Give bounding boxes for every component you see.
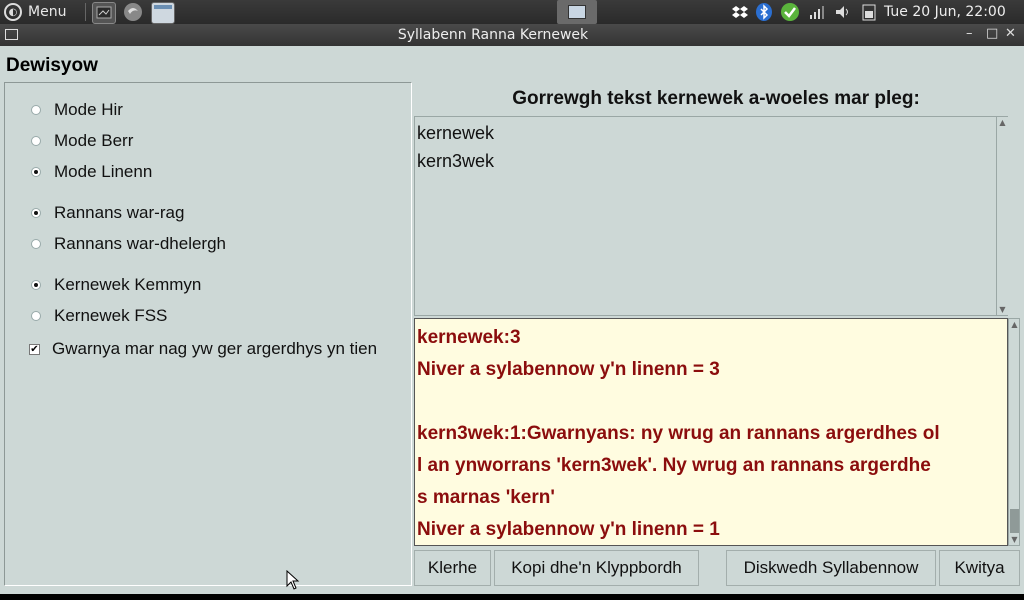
input-prompt: Gorrewgh tekst kernewek a-woeles mar ple…: [512, 88, 920, 109]
update-ok-icon[interactable]: [780, 3, 799, 21]
volume-icon[interactable]: [834, 3, 852, 21]
radio-label: Mode Linenn: [54, 162, 153, 181]
desktop-launcher-icon[interactable]: [92, 2, 116, 24]
radio-indicator[interactable]: [31, 311, 41, 321]
warn-checkbox[interactable]: ✔ Gwarnya mar nag yw ger argerdhys yn ti…: [29, 339, 377, 359]
input-scrollbar[interactable]: ▲ ▼: [996, 117, 1008, 315]
checkbox-indicator[interactable]: ✔: [29, 343, 40, 355]
radio-mode-linenn[interactable]: Mode Linenn: [31, 162, 152, 182]
output-line: Niver a sylabennow y'n linenn = 1: [417, 519, 720, 540]
options-heading: Dewisyow: [6, 55, 98, 76]
scroll-up-arrow-icon[interactable]: ▲: [997, 117, 1008, 128]
battery-icon[interactable]: [860, 3, 878, 21]
firefox-launcher-icon[interactable]: [122, 2, 144, 22]
radio-indicator[interactable]: [31, 208, 41, 218]
output-line: kernewek:3: [417, 327, 521, 348]
options-panel: Mode Hir Mode Berr Mode Linenn Rannans w…: [4, 82, 412, 586]
panel-separator: [85, 3, 86, 21]
clear-button[interactable]: Klerhe: [414, 550, 491, 586]
copy-clipboard-button[interactable]: Kopi dhe'n Klyppbordh: [494, 550, 699, 586]
radio-indicator[interactable]: [31, 167, 41, 177]
file-manager-launcher-icon[interactable]: [151, 2, 175, 24]
scroll-down-arrow-icon[interactable]: ▼: [1009, 534, 1020, 545]
dropbox-icon[interactable]: [731, 3, 749, 21]
mint-logo-icon: ◐: [4, 3, 22, 21]
radio-label: Mode Hir: [54, 100, 123, 119]
menu-button[interactable]: ◐ Menu: [4, 2, 66, 22]
input-line: kernewek: [417, 123, 495, 143]
close-button[interactable]: ✕: [1005, 26, 1016, 41]
radio-kemmyn[interactable]: Kernewek Kemmyn: [31, 275, 201, 295]
radio-split-backward[interactable]: Rannans war-dhelergh: [31, 234, 226, 254]
show-syllables-button[interactable]: Diskwedh Syllabennow: [726, 550, 936, 586]
window-title: Syllabenn Ranna Kernewek: [397, 27, 589, 43]
scroll-down-arrow-icon[interactable]: ▼: [997, 304, 1008, 315]
mouse-cursor-icon: [286, 570, 300, 590]
output-line: kern3wek:1:Gwarnyans: ny wrug an rannans…: [417, 423, 940, 444]
input-text-area[interactable]: kernewek kern3wek ▲ ▼: [414, 116, 1008, 316]
taskbar-window-button[interactable]: [557, 0, 597, 24]
radio-mode-berr[interactable]: Mode Berr: [31, 131, 133, 151]
radio-label: Rannans war-rag: [54, 203, 185, 222]
bluetooth-icon[interactable]: [755, 3, 773, 21]
input-line: kern3wek: [417, 151, 495, 171]
quit-button[interactable]: Kwitya: [939, 550, 1020, 586]
radio-indicator[interactable]: [31, 136, 41, 146]
bottom-edge: [0, 594, 1024, 600]
network-signal-icon[interactable]: [808, 3, 826, 21]
radio-mode-hir[interactable]: Mode Hir: [31, 100, 123, 120]
radio-fss[interactable]: Kernewek FSS: [31, 306, 167, 326]
checkbox-label: Gwarnya mar nag yw ger argerdhys yn tien: [52, 339, 378, 358]
radio-label: Mode Berr: [54, 131, 134, 150]
top-panel: ◐ Menu Tue 20 Jun, 22:00: [0, 0, 1024, 24]
radio-split-forward[interactable]: Rannans war-rag: [31, 203, 184, 223]
output-line: l an ynworrans 'kern3wek'. Ny wrug an ra…: [417, 455, 931, 476]
menu-label: Menu: [28, 4, 67, 20]
radio-label: Kernewek FSS: [54, 306, 168, 325]
minimize-button[interactable]: –: [966, 26, 973, 41]
radio-indicator[interactable]: [31, 239, 41, 249]
radio-label: Kernewek Kemmyn: [54, 275, 202, 294]
window-titlebar[interactable]: Syllabenn Ranna Kernewek – □ ✕: [0, 24, 1024, 46]
radio-indicator[interactable]: [31, 280, 41, 290]
maximize-button[interactable]: □: [986, 26, 998, 41]
clock[interactable]: Tue 20 Jun, 22:00: [884, 4, 1006, 20]
radio-label: Rannans war-dhelergh: [54, 234, 226, 253]
output-text-area[interactable]: kernewek:3 Niver a sylabennow y'n linenn…: [414, 318, 1008, 546]
output-line: Niver a sylabennow y'n linenn = 3: [417, 359, 720, 380]
window-client: Dewisyow Mode Hir Mode Berr Mode Linenn …: [0, 46, 1024, 594]
radio-indicator[interactable]: [31, 105, 41, 115]
window-icon: [568, 5, 586, 19]
output-line: s marnas 'kern': [417, 487, 555, 508]
scroll-up-arrow-icon[interactable]: ▲: [1009, 319, 1020, 330]
output-scrollbar[interactable]: ▲ ▼: [1008, 318, 1020, 546]
scrollbar-thumb[interactable]: [1010, 509, 1019, 533]
